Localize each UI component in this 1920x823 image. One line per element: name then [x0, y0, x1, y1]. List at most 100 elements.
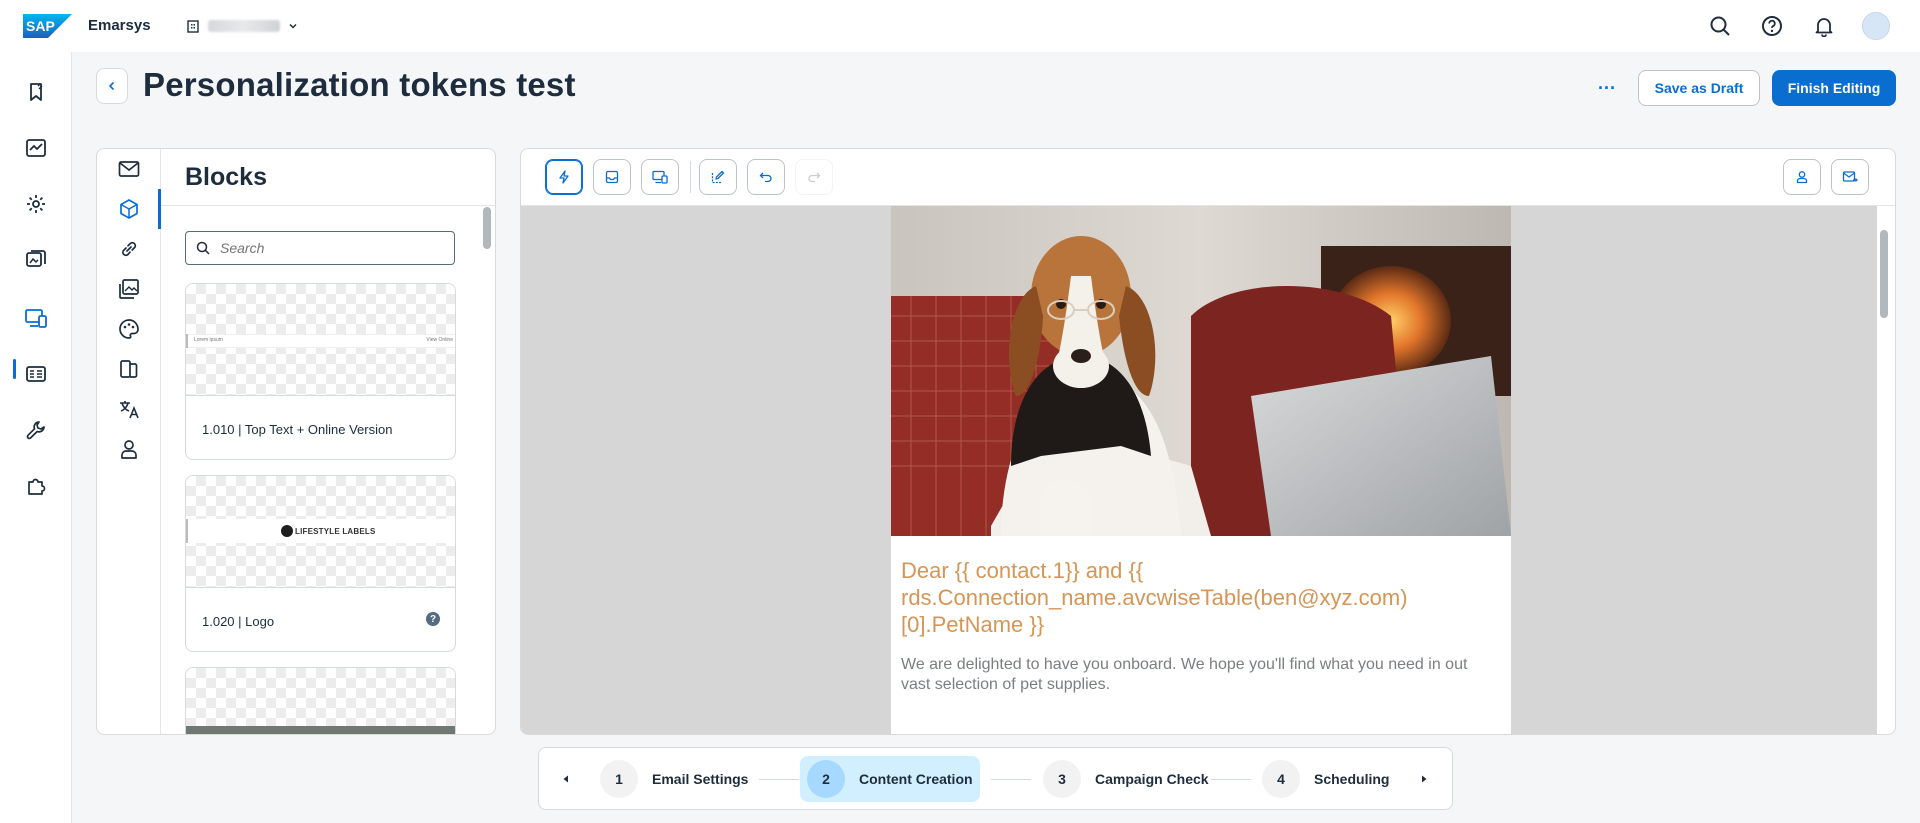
- redo-icon: [808, 172, 821, 183]
- step-label: Campaign Check: [1095, 771, 1209, 787]
- more-options-button[interactable]: ···: [1592, 76, 1622, 100]
- building-icon: [187, 20, 199, 33]
- blocks-divider: [161, 205, 495, 206]
- product-name: Emarsys: [88, 17, 151, 34]
- blocks-search-field[interactable]: [185, 231, 455, 265]
- email-editor-panel: Dear {{ contact.1}} and {{ rds.Connectio…: [520, 148, 1896, 735]
- lightning-quick-actions-button[interactable]: [545, 159, 583, 195]
- notification-bell-icon[interactable]: [1812, 14, 1836, 38]
- lifestyle-labels-logo: LIFESTYLE LABELS: [281, 525, 376, 537]
- email-body-text[interactable]: We are delighted to have you onboard. We…: [901, 655, 1501, 695]
- block-preview: Lorem ipsum View Online: [186, 284, 455, 396]
- step-connector: [1211, 779, 1251, 780]
- inbox-icon: [605, 170, 619, 184]
- blocks-title: Blocks: [185, 163, 267, 191]
- add-ons-puzzle-icon[interactable]: [22, 472, 50, 500]
- step-number: 3: [1043, 760, 1081, 798]
- page-title: Personalization tokens test: [143, 66, 576, 103]
- bookmark-icon[interactable]: [22, 78, 50, 106]
- canvas-scrollbar[interactable]: [1880, 230, 1888, 318]
- block-card[interactable]: LIFESTYLE LABELS 1.020 | Logo ?: [185, 475, 456, 652]
- svg-text:SAP: SAP: [26, 18, 55, 34]
- blocks-panel: Blocks Lorem ipsum View Online 1.010 | T…: [96, 148, 496, 735]
- panel-tab-rail: [97, 149, 161, 734]
- top-bar: SAP Emarsys: [0, 0, 1920, 52]
- step-content-creation[interactable]: 2 Content Creation: [800, 756, 980, 802]
- step-connector: [759, 779, 799, 780]
- step-campaign-check[interactable]: 3 Campaign Check: [1036, 756, 1216, 802]
- devices-icon: [652, 170, 668, 184]
- email-preview[interactable]: Dear {{ contact.1}} and {{ rds.Connectio…: [891, 206, 1511, 734]
- stepper-prev-icon[interactable]: [557, 770, 575, 788]
- block-preview: LIFESTYLE LABELS: [186, 476, 455, 588]
- mail-envelope-icon[interactable]: [115, 155, 143, 183]
- person-icon[interactable]: [115, 435, 143, 463]
- block-card-label: 1.010 | Top Text + Online Version: [202, 422, 393, 437]
- save-as-draft-button[interactable]: Save as Draft: [1638, 70, 1760, 106]
- nav-active-indicator: [13, 359, 16, 379]
- stepper-next-icon[interactable]: [1415, 770, 1433, 788]
- step-number: 2: [807, 760, 845, 798]
- search-icon: [196, 241, 210, 255]
- blocks-search-input[interactable]: [220, 240, 440, 256]
- step-email-settings[interactable]: 1 Email Settings: [593, 756, 755, 802]
- inbox-preview-button[interactable]: [593, 159, 631, 195]
- left-navigation: [0, 52, 72, 823]
- chevron-left-icon: [108, 81, 115, 91]
- hero-image[interactable]: [891, 206, 1511, 536]
- step-connector: [991, 779, 1031, 780]
- link-icon[interactable]: [115, 235, 143, 263]
- step-label: Scheduling: [1314, 771, 1390, 787]
- block-card[interactable]: Lorem ipsum View Online 1.010 | Top Text…: [185, 283, 456, 460]
- redo-button[interactable]: [795, 159, 833, 195]
- email-heading[interactable]: Dear {{ contact.1}} and {{ rds.Connectio…: [901, 557, 1501, 638]
- person-icon: [1796, 171, 1808, 184]
- contacts-card-icon[interactable]: [22, 360, 50, 388]
- user-avatar[interactable]: [1862, 12, 1890, 40]
- blocks-scrollbar[interactable]: [483, 207, 491, 249]
- content-library-icon[interactable]: [22, 246, 50, 274]
- email-canvas[interactable]: Dear {{ contact.1}} and {{ rds.Connectio…: [521, 206, 1877, 734]
- translate-icon[interactable]: [115, 395, 143, 423]
- block-preview: [186, 668, 455, 734]
- help-icon[interactable]: [1760, 14, 1784, 38]
- send-test-email-button[interactable]: [1831, 159, 1869, 195]
- step-label: Content Creation: [859, 771, 973, 787]
- preview-right-text: View Online: [426, 337, 453, 343]
- blocks-cube-icon[interactable]: [115, 195, 143, 223]
- panel-tab-active-indicator: [158, 189, 161, 229]
- search-icon[interactable]: [1708, 14, 1732, 38]
- chevron-down-icon: [289, 23, 297, 29]
- channels-devices-icon[interactable]: [22, 304, 50, 332]
- preview-left-text: Lorem ipsum: [194, 337, 223, 343]
- step-number: 1: [600, 760, 638, 798]
- analytics-icon[interactable]: [22, 134, 50, 162]
- back-button[interactable]: [96, 68, 128, 104]
- sap-logo[interactable]: SAP: [23, 14, 72, 38]
- mail-send-icon: [1842, 171, 1858, 182]
- undo-button[interactable]: [747, 159, 785, 195]
- account-name: [208, 20, 280, 32]
- step-number: 4: [1262, 760, 1300, 798]
- step-label: Email Settings: [652, 771, 749, 787]
- palette-icon[interactable]: [115, 315, 143, 343]
- campaign-stepper: 1 Email Settings 2 Content Creation 3 Ca…: [538, 747, 1453, 810]
- block-card[interactable]: [185, 667, 456, 734]
- step-scheduling[interactable]: 4 Scheduling: [1255, 756, 1396, 802]
- lightning-icon: [559, 170, 569, 184]
- images-icon[interactable]: [115, 275, 143, 303]
- edit-content-button[interactable]: [699, 159, 737, 195]
- edit-pencil-icon: [711, 170, 725, 184]
- templates-copy-icon[interactable]: [115, 355, 143, 383]
- finish-editing-button[interactable]: Finish Editing: [1772, 70, 1896, 106]
- contact-preview-button[interactable]: [1783, 159, 1821, 195]
- editor-toolbar: [521, 149, 1895, 206]
- block-card-label: 1.020 | Logo: [202, 614, 275, 629]
- automation-gear-icon[interactable]: [22, 190, 50, 218]
- tools-wrench-icon[interactable]: [22, 416, 50, 444]
- info-help-icon[interactable]: ?: [426, 612, 440, 626]
- device-preview-button[interactable]: [641, 159, 679, 195]
- account-switcher[interactable]: [186, 14, 298, 38]
- undo-icon: [759, 172, 772, 183]
- toolbar-separator: [690, 161, 691, 193]
